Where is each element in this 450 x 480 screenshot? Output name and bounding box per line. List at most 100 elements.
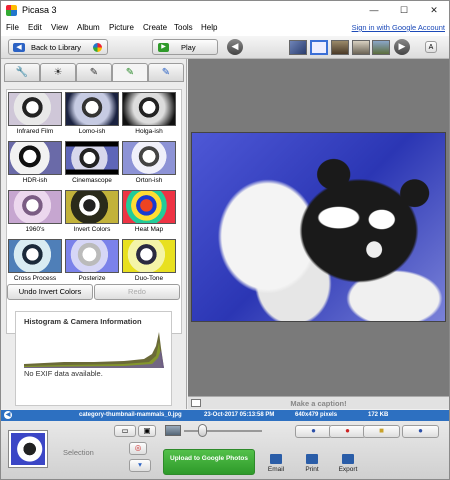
title-bar: Picasa 3 — ☐ ✕ <box>1 1 449 20</box>
effect-holga-ish[interactable]: Holga-ish <box>121 90 177 138</box>
tags-button[interactable]: ■ <box>363 425 400 438</box>
export-label: Export <box>338 466 358 473</box>
clear-icon: ▣ <box>143 426 151 435</box>
export-icon <box>342 454 354 464</box>
exif-status: No EXIF data available. <box>24 369 103 378</box>
play-icon: ▶ <box>158 43 169 52</box>
status-file-size: 172 KB <box>368 412 389 418</box>
effect-cinemascope[interactable]: Cinemascope <box>64 139 120 187</box>
info-button[interactable]: ● <box>402 425 439 438</box>
email-icon <box>270 454 282 464</box>
sun-icon: ☀ <box>53 67 63 78</box>
caption-bar[interactable]: Make a caption! <box>188 396 449 409</box>
target-icon: ◎ <box>134 443 142 452</box>
undo-button[interactable]: Undo Invert Colors <box>7 284 93 300</box>
status-dimensions: 640x479 pixels <box>295 412 338 418</box>
maximize-button[interactable]: ☐ <box>389 1 419 20</box>
tab-tuning[interactable]: ☀ <box>40 63 76 81</box>
status-bar: ◀ category-thumbnail-mammals_0.jpg 23-Oc… <box>1 410 449 421</box>
picasa-logo-icon <box>6 5 17 16</box>
close-button[interactable]: ✕ <box>419 1 449 20</box>
back-arrow-icon: ◀ <box>13 43 25 52</box>
map-pin-icon: ● <box>345 426 350 435</box>
effect-infrared-film[interactable]: Infrared Film <box>7 90 63 138</box>
effect-duo-tone[interactable]: Duo-Tone <box>121 237 177 285</box>
hold-button[interactable]: ▭ <box>114 425 136 437</box>
person-icon: ● <box>311 426 316 435</box>
play-button[interactable]: ▶ Play <box>152 39 218 55</box>
email-button[interactable]: Email <box>258 454 294 473</box>
hold-icon: ▭ <box>121 426 129 435</box>
effect-heat-map[interactable]: Heat Map <box>121 188 177 236</box>
effect-cross-process[interactable]: Cross Process <box>7 237 63 285</box>
print-button[interactable]: Print <box>294 454 330 473</box>
histogram-panel: Histogram & Camera Information No EXIF d… <box>15 311 172 406</box>
info-icon[interactable]: ◀ <box>4 411 12 419</box>
back-to-library-button[interactable]: ◀ Back to Library <box>8 39 108 55</box>
filmstrip-thumbnail[interactable] <box>331 40 349 55</box>
zoom-slider-thumb[interactable] <box>198 424 207 437</box>
picasa-pinwheel-icon <box>93 43 102 52</box>
tab-more-effects-blue[interactable]: ✎ <box>148 63 184 81</box>
brush-green-icon: ✎ <box>125 67 135 78</box>
menu-view[interactable]: View <box>51 23 68 32</box>
effect-lomo-ish[interactable]: Lomo-ish <box>64 90 120 138</box>
menu-tools[interactable]: Tools <box>174 23 193 32</box>
people-button[interactable]: ● <box>295 425 332 438</box>
filmstrip-thumbnail[interactable] <box>289 40 307 55</box>
effect-posterize[interactable]: Posterize <box>64 237 120 285</box>
photo-tray: Selection ▭ ▣ ◎ ▾ ● ● ■ ● Upload to Goog… <box>1 421 449 479</box>
menu-picture[interactable]: Picture <box>109 23 134 32</box>
sign-in-link[interactable]: Sign in with Google Account <box>352 23 445 32</box>
effect-orton-ish[interactable]: Orton-ish <box>121 139 177 187</box>
label-button[interactable]: ◎ <box>129 442 147 455</box>
filmstrip-thumbnail-selected[interactable] <box>310 40 328 55</box>
tab-basic-fixes[interactable]: 🔧 <box>4 63 40 81</box>
histogram-title: Histogram & Camera Information <box>24 317 142 326</box>
filmstrip-thumbnail[interactable] <box>372 40 390 55</box>
geotag-button[interactable]: ● <box>329 425 366 438</box>
tab-more-effects[interactable]: ✎ <box>112 63 148 82</box>
app-window: Picasa 3 — ☐ ✕ File Edit View Album Pict… <box>0 0 450 480</box>
clear-button[interactable]: ▣ <box>138 425 156 437</box>
back-to-library-label: Back to Library <box>31 43 82 52</box>
print-icon <box>306 454 318 464</box>
previous-photo-button[interactable]: ◀ <box>227 39 243 55</box>
album-menu-button[interactable]: ▾ <box>129 459 151 472</box>
tab-effects[interactable]: ✎ <box>76 63 112 81</box>
menu-create[interactable]: Create <box>143 23 167 32</box>
print-label: Print <box>305 466 319 473</box>
album-icon: ▾ <box>138 460 142 469</box>
email-label: Email <box>267 466 285 473</box>
minimize-button[interactable]: — <box>359 1 389 20</box>
menu-album[interactable]: Album <box>77 23 100 32</box>
caption-input[interactable]: Make a caption! <box>188 399 449 408</box>
main-photo <box>191 132 446 322</box>
status-date: 23-Oct-2017 05:13:58 PM <box>204 412 275 418</box>
effect-hdr-ish[interactable]: HDR-ish <box>7 139 63 187</box>
next-photo-button[interactable]: ▶ <box>394 39 410 55</box>
window-title: Picasa 3 <box>22 5 57 15</box>
info-circle-icon: ● <box>418 426 423 435</box>
redo-button[interactable]: Redo <box>94 284 180 300</box>
text-overlay-button[interactable]: A <box>425 41 437 53</box>
menu-help[interactable]: Help <box>201 23 217 32</box>
menu-file[interactable]: File <box>6 23 19 32</box>
selection-thumbnail[interactable] <box>9 431 47 467</box>
selection-label: Selection <box>63 448 94 457</box>
menu-edit[interactable]: Edit <box>28 23 42 32</box>
brush-blue-icon: ✎ <box>161 67 171 78</box>
zoom-photos-icon[interactable] <box>165 425 181 436</box>
effect-invert-colors[interactable]: Invert Colors <box>64 188 120 236</box>
edit-panel: 🔧 ☀ ✎ ✎ ✎ Infrared Film Lomo-ish Holga-i… <box>1 59 187 409</box>
photo-viewer <box>188 59 449 407</box>
filmstrip-thumbnail[interactable] <box>352 40 370 55</box>
upload-label: Upload to Google Photos <box>170 455 248 462</box>
effect-1960s[interactable]: 1960's <box>7 188 63 236</box>
export-button[interactable]: Export <box>330 454 366 473</box>
zoom-slider[interactable] <box>184 430 262 432</box>
upload-to-google-photos-button[interactable]: Upload to Google Photos <box>163 449 255 475</box>
brush-icon: ✎ <box>89 67 99 78</box>
play-label: Play <box>181 43 196 52</box>
menu-bar: File Edit View Album Picture Create Tool… <box>1 20 449 36</box>
